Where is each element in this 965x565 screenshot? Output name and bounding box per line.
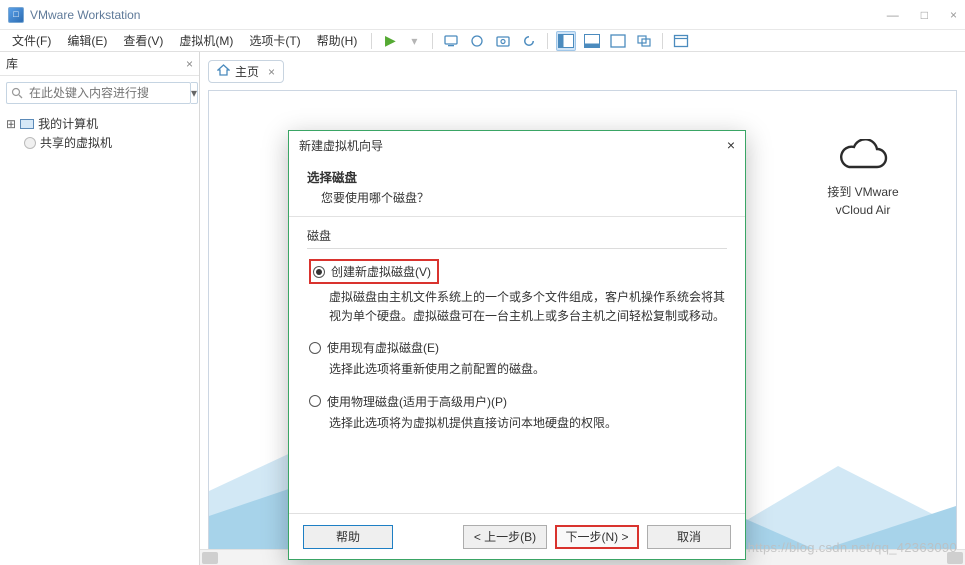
radio-physical-label: 使用物理磁盘(适用于高级用户)(P) (327, 393, 507, 410)
menu-bar: 文件(F) 编辑(E) 查看(V) 虚拟机(M) 选项卡(T) 帮助(H) ▶ … (0, 30, 965, 52)
radio-physical-desc: 选择此选项将为虚拟机提供直接访问本地硬盘的权限。 (309, 410, 727, 433)
dialog-title: 新建虚拟机向导 (299, 137, 383, 154)
search-input[interactable] (27, 85, 186, 101)
highlight-create-new: 创建新虚拟磁盘(V) (309, 259, 439, 284)
radio-existing-label: 使用现有虚拟磁盘(E) (327, 339, 439, 356)
home-icon (217, 64, 230, 79)
tab-home[interactable]: 主页 × (208, 60, 284, 83)
window-titlebar: □ VMware Workstation — □ × (0, 0, 965, 30)
tree-my-computer[interactable]: ⊞ 我的计算机 (6, 114, 193, 133)
radio-create-new-label: 创建新虚拟磁盘(V) (331, 263, 431, 280)
app-icon: □ (8, 7, 24, 23)
search-dropdown-icon[interactable]: ▾ (191, 82, 198, 104)
radio-existing-desc: 选择此选项将重新使用之前配置的磁盘。 (309, 356, 727, 379)
cancel-button[interactable]: 取消 (647, 525, 731, 549)
radio-icon[interactable] (313, 266, 325, 278)
library-tree: ⊞ 我的计算机 共享的虚拟机 (0, 110, 199, 156)
computer-icon (20, 119, 34, 129)
menu-view[interactable]: 查看(V) (117, 30, 169, 51)
sidebar-title: 库 (6, 55, 18, 72)
watermark-text: https://blog.csdn.net/qq_42363090 (748, 540, 957, 555)
menu-tabs[interactable]: 选项卡(T) (243, 30, 306, 51)
unity-icon[interactable] (634, 31, 654, 51)
radio-icon[interactable] (309, 342, 321, 354)
tree-shared-vms-label: 共享的虚拟机 (40, 134, 112, 151)
shared-icon (24, 137, 36, 149)
dialog-subheading: 您要使用哪个磁盘？ (307, 189, 727, 206)
tab-home-close[interactable]: × (268, 65, 275, 79)
menu-help[interactable]: 帮助(H) (311, 30, 364, 51)
sidebar-close-button[interactable]: × (186, 57, 193, 71)
window-minimize-button[interactable]: — (887, 8, 899, 22)
play-icon[interactable]: ▶ (380, 31, 400, 51)
revert-icon[interactable] (519, 31, 539, 51)
view-mode-2-icon[interactable] (582, 31, 602, 51)
window-maximize-button[interactable]: □ (921, 8, 928, 22)
tab-home-label: 主页 (235, 63, 259, 80)
tree-shared-vms[interactable]: 共享的虚拟机 (6, 133, 193, 152)
radio-icon[interactable] (309, 395, 321, 407)
next-button[interactable]: 下一步(N) > (555, 525, 639, 549)
radio-create-new-desc: 虚拟磁盘由主机文件系统上的一个或多个文件组成，客户机操作系统会将其视为单个硬盘。… (309, 284, 727, 325)
device-icon-1[interactable] (441, 31, 461, 51)
back-button[interactable]: < 上一步(B) (463, 525, 547, 549)
device-icon-2[interactable] (467, 31, 487, 51)
tree-my-computer-label: 我的计算机 (38, 115, 98, 132)
window-close-button[interactable]: × (950, 8, 957, 22)
window-title: VMware Workstation (30, 8, 140, 22)
dialog-group-label: 磁盘 (307, 227, 727, 244)
radio-option-existing[interactable]: 使用现有虚拟磁盘(E) 选择此选项将重新使用之前配置的磁盘。 (309, 339, 727, 379)
library-sidebar: 库 × ▾ ⊞ 我的计算机 共享的虚拟机 (0, 52, 200, 565)
view-mode-1-icon[interactable] (556, 31, 576, 51)
play-dropdown-icon[interactable]: ▾ (404, 31, 424, 51)
fullscreen-icon[interactable] (608, 31, 628, 51)
radio-option-physical[interactable]: 使用物理磁盘(适用于高级用户)(P) 选择此选项将为虚拟机提供直接访问本地硬盘的… (309, 393, 727, 433)
radio-option-create-new[interactable]: 创建新虚拟磁盘(V) 虚拟磁盘由主机文件系统上的一个或多个文件组成，客户机操作系… (309, 259, 727, 325)
search-box[interactable] (6, 82, 191, 104)
snapshot-icon[interactable] (493, 31, 513, 51)
search-icon (11, 87, 23, 99)
help-button[interactable]: 帮助 (303, 525, 393, 549)
menu-file[interactable]: 文件(F) (6, 30, 57, 51)
scroll-left-icon[interactable] (202, 552, 218, 564)
dialog-close-button[interactable]: × (727, 137, 735, 153)
new-vm-wizard-dialog: 新建虚拟机向导 × 选择磁盘 您要使用哪个磁盘？ 磁盘 创建新虚拟磁盘(V) 虚… (288, 130, 746, 560)
library-icon[interactable] (671, 31, 691, 51)
dialog-heading: 选择磁盘 (307, 167, 727, 186)
menu-vm[interactable]: 虚拟机(M) (173, 30, 239, 51)
menu-edit[interactable]: 编辑(E) (61, 30, 113, 51)
